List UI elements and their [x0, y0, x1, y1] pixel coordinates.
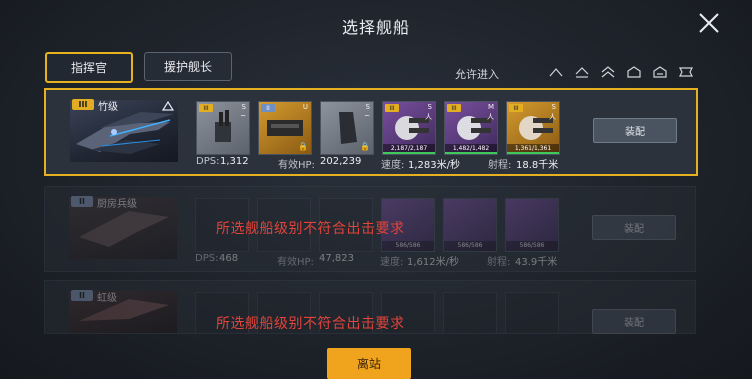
ineligible-warning: 所选舰船级别不符合出击要求	[216, 221, 405, 237]
module-slot-6[interactable]	[505, 292, 559, 334]
module-slot-1[interactable]: III S ~	[196, 101, 250, 155]
undock-button[interactable]: 离站	[327, 348, 411, 379]
page-title: 选择舰船	[341, 18, 410, 37]
lock-icon: 🔒	[360, 142, 370, 151]
slot-hp-bar	[507, 152, 559, 154]
slot-sub: 人	[425, 113, 432, 121]
speed-value: 1,283米/秒	[408, 160, 460, 171]
module-slot-5[interactable]: III M 人 1,482/1,482	[444, 101, 498, 155]
slot-tier-badge: II	[261, 104, 275, 112]
speed-value: 1,612米/秒	[407, 257, 459, 268]
slot-class: S	[551, 103, 556, 111]
slot-sub: 人	[487, 113, 494, 121]
hp-value: 202,239	[320, 156, 362, 167]
rank-banner-icon[interactable]	[676, 64, 696, 80]
range-label: 射程:	[487, 257, 511, 268]
tier-badge: II	[71, 290, 93, 301]
lock-icon: 🔒	[298, 142, 308, 151]
slot-sub: ~	[364, 112, 370, 120]
slot-hp: 586/586	[382, 241, 434, 251]
ship-name: 厨房兵级	[97, 199, 137, 210]
module-slot-2[interactable]: II U 🔒	[258, 101, 312, 155]
tab-escort-captain[interactable]: 援护舰长	[144, 52, 232, 81]
slot-hp: 586/586	[444, 241, 496, 251]
hp-value: 47,823	[319, 253, 354, 264]
module-slot-3[interactable]: S ~ 🔒	[320, 101, 374, 155]
slot-class: U	[302, 103, 308, 111]
tier-badge: III	[72, 99, 94, 110]
ship-name: 虹级	[97, 293, 117, 304]
module-slot-5[interactable]: 586/586	[443, 198, 497, 252]
range-value: 43.9千米	[515, 257, 558, 268]
module-slot-4[interactable]: III S 人 2,187/2,187	[382, 101, 436, 155]
chevron-up-icon[interactable]	[546, 64, 566, 80]
equip-button[interactable]: 装配	[592, 215, 676, 240]
dps-value: 468	[219, 253, 239, 264]
slot-class: S	[365, 103, 370, 111]
slot-tier-badge: III	[509, 104, 523, 112]
range-label: 射程:	[488, 160, 512, 171]
slot-tier-badge: III	[385, 104, 399, 112]
slot-hp-bar	[445, 152, 497, 154]
range-value: 18.8千米	[516, 160, 559, 171]
equip-button[interactable]: 装配	[592, 309, 676, 334]
tab-commander[interactable]: 指挥官	[45, 52, 133, 83]
dps-label: DPS:	[195, 253, 219, 264]
slot-sub: 人	[549, 113, 556, 121]
module-slot-6[interactable]: 586/586	[505, 198, 559, 252]
speed-label: 速度:	[380, 257, 404, 268]
slot-hp-bar	[383, 152, 435, 154]
rank-one-icon[interactable]	[572, 64, 592, 80]
triangle-up-icon[interactable]	[161, 96, 175, 111]
module-slot-5[interactable]	[443, 292, 497, 334]
allow-entry-label: 允许进入	[455, 68, 499, 81]
rank-two-icon[interactable]	[598, 64, 618, 80]
ship-row-bamboo[interactable]: III 竹级 III S ~ II U 🔒 S ~ 🔒 III S 人 2,18…	[44, 88, 698, 176]
slot-hp: 586/586	[506, 241, 558, 251]
equip-button[interactable]: 装配	[593, 118, 677, 143]
rank-house-bar-icon[interactable]	[650, 64, 670, 80]
slot-sub: ~	[240, 112, 246, 120]
slot-tier-badge: III	[199, 104, 213, 112]
hp-label: 有效HP:	[278, 160, 315, 171]
dps-label: DPS:	[196, 156, 220, 167]
ineligible-warning: 所选舰船级别不符合出击要求	[216, 316, 405, 332]
tier-badge: II	[71, 196, 93, 207]
slot-class: S	[427, 103, 432, 111]
dps-value: 1,312	[220, 156, 249, 167]
ship-name: 竹级	[98, 102, 118, 113]
close-icon[interactable]	[696, 10, 722, 36]
module-slot-6[interactable]: III S 人 1,361/1,361	[506, 101, 560, 155]
rank-filter-icons	[546, 64, 696, 80]
slot-tier-badge: III	[447, 104, 461, 112]
hp-label: 有效HP:	[277, 257, 314, 268]
speed-label: 速度:	[381, 160, 405, 171]
rank-house-icon[interactable]	[624, 64, 644, 80]
slot-class: M	[487, 103, 494, 111]
slot-class: S	[241, 103, 246, 111]
